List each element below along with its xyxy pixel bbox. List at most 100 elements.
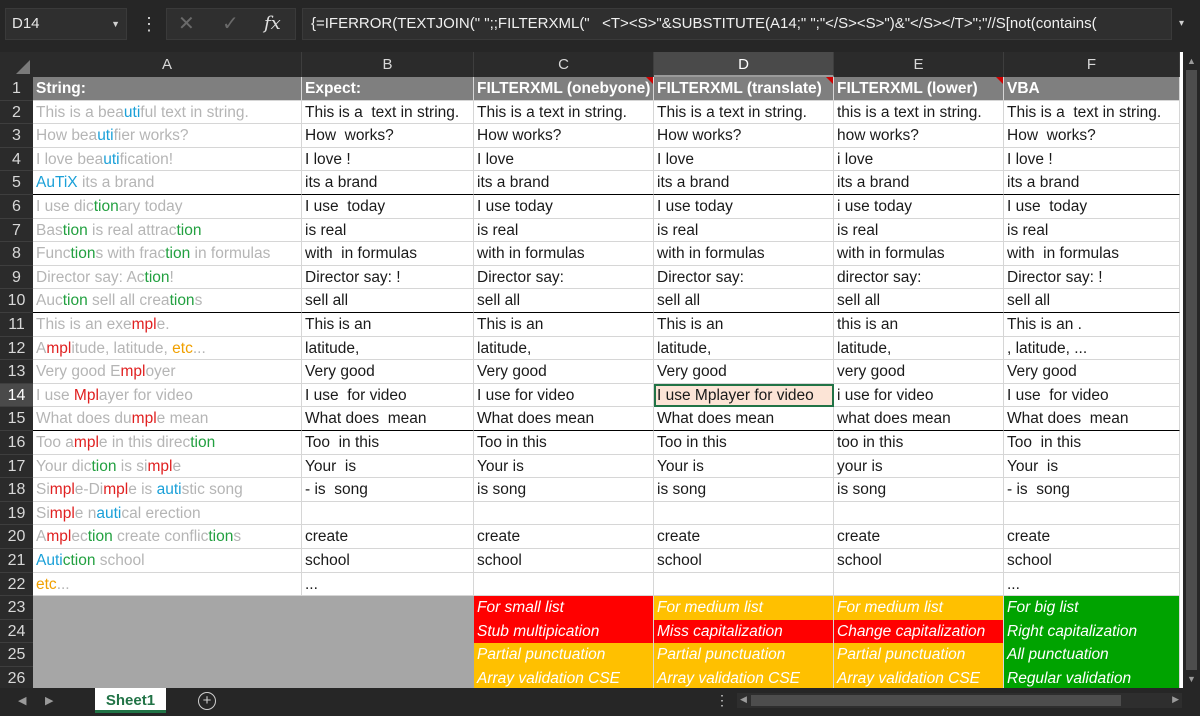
string-cell[interactable]: I use dictionary today bbox=[33, 195, 302, 219]
result-cell-e[interactable]: too in this bbox=[834, 431, 1004, 455]
column-header-a[interactable]: A bbox=[33, 52, 302, 77]
result-cell-e[interactable]: this is an bbox=[834, 313, 1004, 337]
result-cell-f[interactable]: Very good bbox=[1004, 360, 1180, 384]
result-cell-f[interactable]: , latitude, ... bbox=[1004, 336, 1180, 361]
string-cell[interactable]: Auction sell all creations bbox=[33, 289, 302, 313]
result-cell-f[interactable]: sell all bbox=[1004, 289, 1180, 313]
column-header-f[interactable]: F bbox=[1004, 52, 1180, 77]
comment-indicator-icon[interactable] bbox=[826, 77, 833, 84]
result-cell-f[interactable]: This is a text in string. bbox=[1004, 100, 1180, 125]
result-cell-b[interactable]: Very good bbox=[302, 360, 474, 384]
result-cell-f[interactable]: Director say: ! bbox=[1004, 265, 1180, 290]
comment-indicator-icon[interactable] bbox=[646, 77, 653, 84]
result-cell-b[interactable]: How works? bbox=[302, 124, 474, 148]
row-header-20[interactable]: 20 bbox=[0, 525, 33, 549]
string-cell[interactable]: Amplection create conflictions bbox=[33, 525, 302, 549]
result-cell-c[interactable]: is song bbox=[474, 478, 654, 502]
string-cell[interactable]: Director say: Action! bbox=[33, 265, 302, 290]
scroll-left-icon[interactable]: ◀ bbox=[740, 694, 747, 705]
result-cell-f[interactable]: school bbox=[1004, 549, 1180, 573]
method-note[interactable]: Array validation CSE bbox=[474, 667, 654, 688]
result-cell-b[interactable] bbox=[302, 501, 474, 526]
result-cell-c[interactable]: I use today bbox=[474, 195, 654, 219]
result-cell-e[interactable]: create bbox=[834, 525, 1004, 549]
row-header-1[interactable]: 1 bbox=[0, 77, 33, 101]
header-cell-d[interactable]: FILTERXML (translate) bbox=[654, 77, 834, 101]
row-header-21[interactable]: 21 bbox=[0, 549, 33, 573]
result-cell-b[interactable]: I use for video bbox=[302, 383, 474, 408]
result-cell-c[interactable]: I use for video bbox=[474, 383, 654, 408]
method-note[interactable]: All punctuation bbox=[1004, 643, 1180, 667]
row-header-26[interactable]: 26 bbox=[0, 667, 33, 688]
result-cell-e[interactable]: i love bbox=[834, 147, 1004, 172]
row-header-17[interactable]: 17 bbox=[0, 454, 33, 479]
string-cell[interactable]: What does dumple mean bbox=[33, 407, 302, 431]
result-cell-f[interactable]: I love ! bbox=[1004, 147, 1180, 172]
string-cell[interactable]: AuTiX its a brand bbox=[33, 171, 302, 195]
result-cell-d[interactable]: Very good bbox=[654, 360, 834, 384]
string-cell[interactable]: Amplitude, latitude, etc... bbox=[33, 336, 302, 361]
result-cell-d[interactable]: latitude, bbox=[654, 336, 834, 361]
result-cell-c[interactable]: Very good bbox=[474, 360, 654, 384]
active-cell[interactable]: I use Mplayer for video bbox=[654, 383, 834, 408]
result-cell-d[interactable]: I love bbox=[654, 147, 834, 172]
result-cell-b[interactable]: This is a text in string. bbox=[302, 100, 474, 125]
row-header-12[interactable]: 12 bbox=[0, 336, 33, 361]
method-note[interactable]: For medium list bbox=[834, 596, 1004, 620]
result-cell-e[interactable]: this is a text in string. bbox=[834, 100, 1004, 125]
method-note[interactable]: Regular validation bbox=[1004, 667, 1180, 688]
row-header-25[interactable]: 25 bbox=[0, 643, 33, 667]
scroll-up-icon[interactable]: ▲ bbox=[1187, 56, 1196, 66]
next-sheet-icon[interactable]: ▶ bbox=[45, 694, 53, 707]
result-cell-d[interactable]: Your is bbox=[654, 454, 834, 479]
row-header-23[interactable]: 23 bbox=[0, 596, 33, 620]
result-cell-e[interactable]: what does mean bbox=[834, 407, 1004, 431]
result-cell-e[interactable]: your is bbox=[834, 454, 1004, 479]
column-header-d[interactable]: D bbox=[654, 52, 834, 77]
row-header-2[interactable]: 2 bbox=[0, 100, 33, 125]
row-header-10[interactable]: 10 bbox=[0, 289, 33, 313]
string-cell[interactable]: Simple nautical erection bbox=[33, 501, 302, 526]
result-cell-e[interactable]: i use for video bbox=[834, 383, 1004, 408]
method-note[interactable]: For small list bbox=[474, 596, 654, 620]
result-cell-d[interactable]: How works? bbox=[654, 124, 834, 148]
add-sheet-icon[interactable]: + bbox=[198, 692, 216, 710]
string-cell[interactable]: Autiction school bbox=[33, 549, 302, 573]
vertical-scrollbar[interactable]: ▲ ▼ bbox=[1183, 52, 1200, 688]
result-cell-f[interactable]: What does mean bbox=[1004, 407, 1180, 431]
result-cell-c[interactable]: sell all bbox=[474, 289, 654, 313]
result-cell-c[interactable]: This is a text in string. bbox=[474, 100, 654, 125]
row-header-22[interactable]: 22 bbox=[0, 572, 33, 597]
result-cell-b[interactable]: This is an bbox=[302, 313, 474, 337]
method-note[interactable]: Right capitalization bbox=[1004, 619, 1180, 644]
header-cell-a[interactable]: String: bbox=[33, 77, 302, 101]
row-header-8[interactable]: 8 bbox=[0, 242, 33, 266]
result-cell-c[interactable]: What does mean bbox=[474, 407, 654, 431]
string-cell[interactable]: I use Mplayer for video bbox=[33, 383, 302, 408]
column-header-c[interactable]: C bbox=[474, 52, 654, 77]
result-cell-d[interactable]: Too in this bbox=[654, 431, 834, 455]
result-cell-b[interactable]: What does mean bbox=[302, 407, 474, 431]
result-cell-d[interactable]: with in formulas bbox=[654, 242, 834, 266]
row-header-18[interactable]: 18 bbox=[0, 478, 33, 502]
result-cell-f[interactable]: I use for video bbox=[1004, 383, 1180, 408]
result-cell-b[interactable]: its a brand bbox=[302, 171, 474, 195]
string-cell[interactable]: I love beautification! bbox=[33, 147, 302, 172]
worksheet-grid[interactable]: A B C D E F 1 String: Expect: FILTERXML (onebyone… bbox=[0, 52, 1183, 688]
method-note[interactable]: Partial punctuation bbox=[834, 643, 1004, 667]
string-cell[interactable]: Your diction is simple bbox=[33, 454, 302, 479]
row-header-3[interactable]: 3 bbox=[0, 124, 33, 148]
result-cell-d[interactable] bbox=[654, 501, 834, 526]
sheet-tab[interactable]: Sheet1 bbox=[95, 688, 166, 713]
result-cell-b[interactable]: Director say: ! bbox=[302, 265, 474, 290]
result-cell-e[interactable]: very good bbox=[834, 360, 1004, 384]
row-header-7[interactable]: 7 bbox=[0, 218, 33, 243]
result-cell-d[interactable]: This is a text in string. bbox=[654, 100, 834, 125]
string-cell[interactable]: This is an exemple. bbox=[33, 313, 302, 337]
method-note[interactable]: Stub multipication bbox=[474, 619, 654, 644]
result-cell-e[interactable] bbox=[834, 501, 1004, 526]
method-note[interactable]: Change capitalization bbox=[834, 619, 1004, 644]
result-cell-c[interactable]: is real bbox=[474, 218, 654, 243]
result-cell-c[interactable]: its a brand bbox=[474, 171, 654, 195]
result-cell-d[interactable]: create bbox=[654, 525, 834, 549]
